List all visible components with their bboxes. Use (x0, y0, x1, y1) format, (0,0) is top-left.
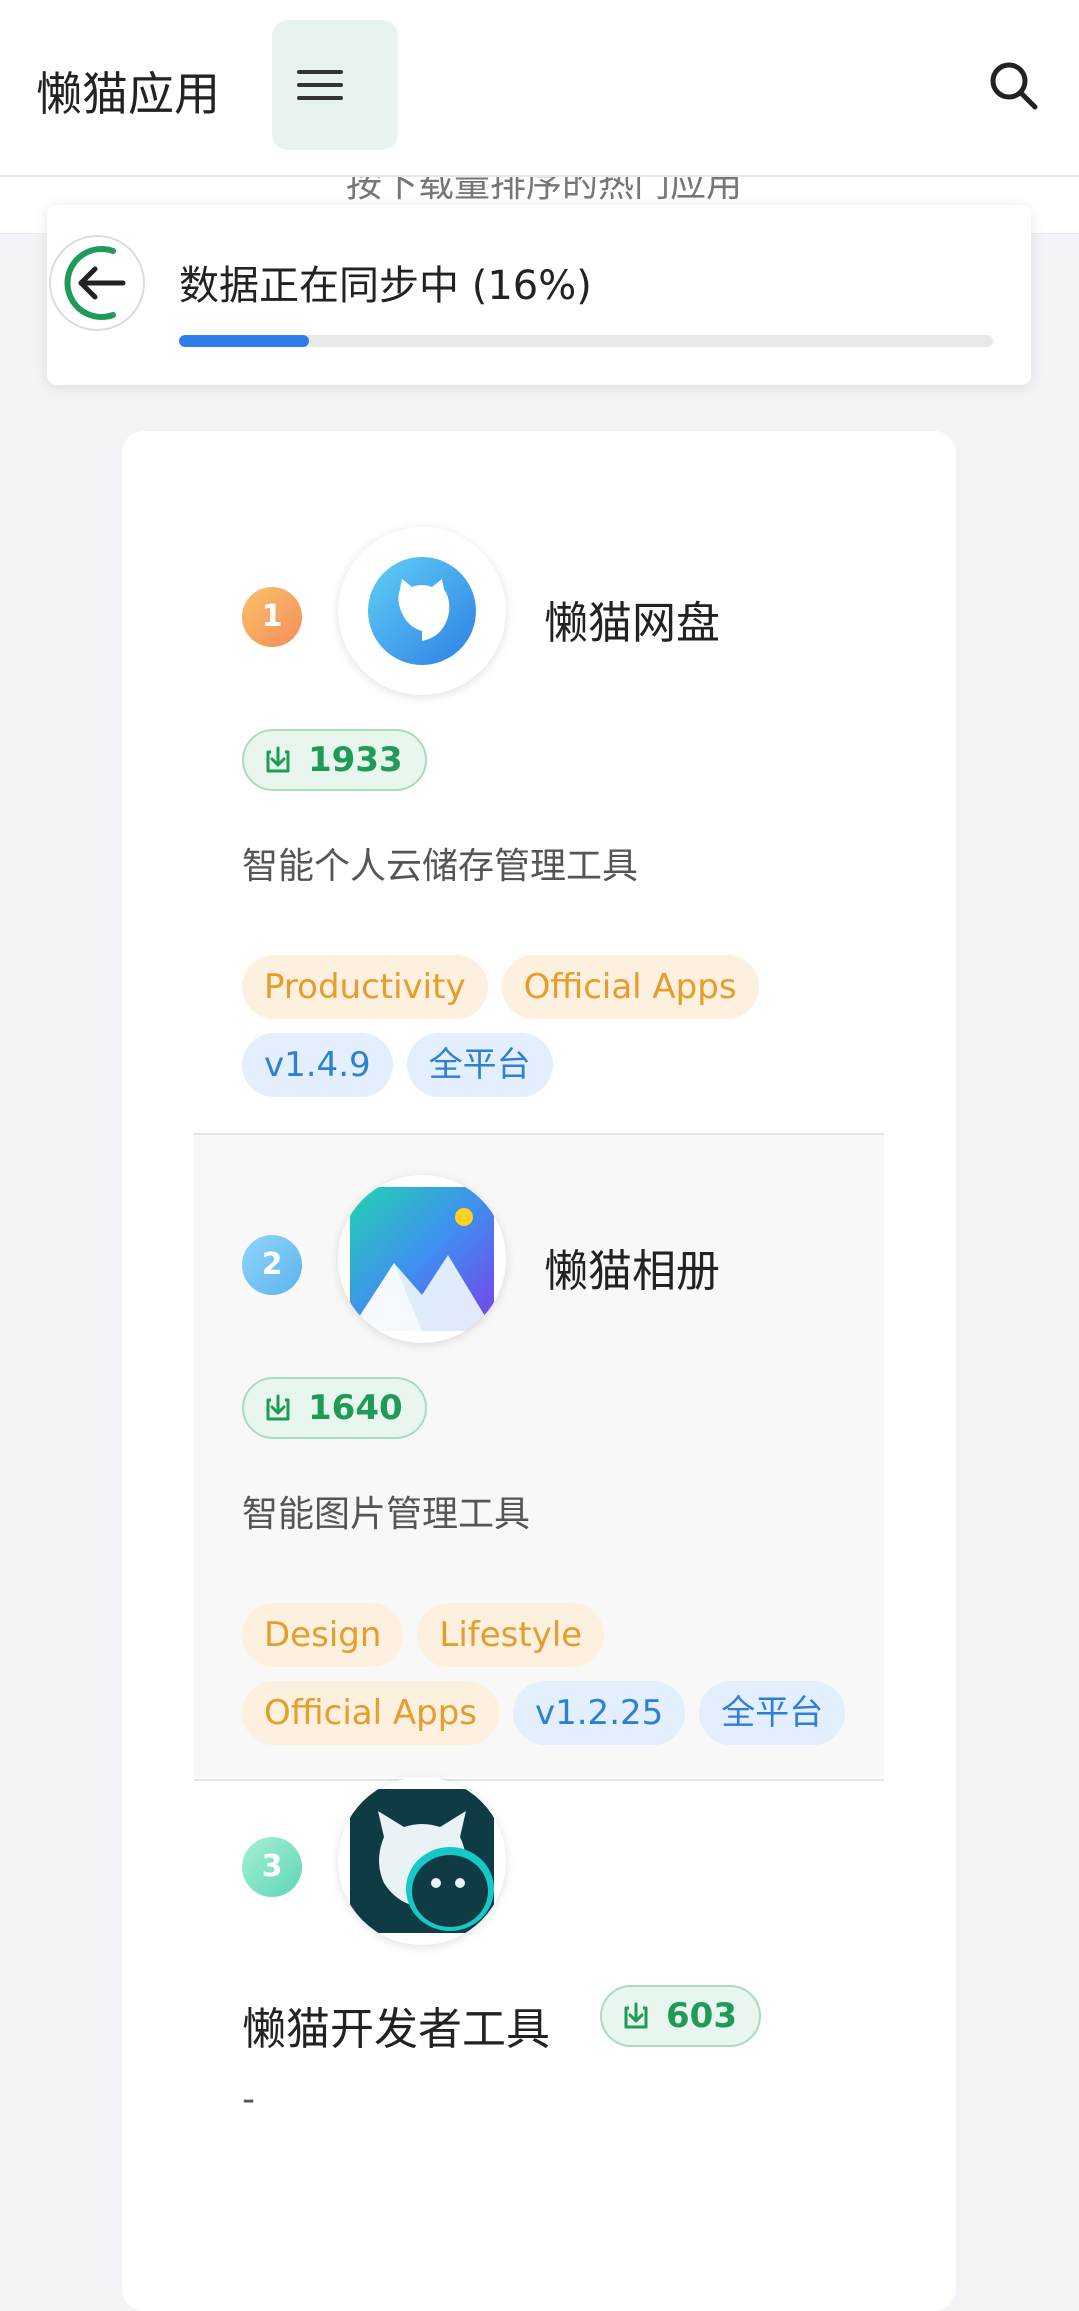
category-tag: Lifestyle (417, 1603, 605, 1667)
arrow-left-icon (64, 246, 126, 320)
download-icon (624, 2002, 648, 2029)
app-name: 懒猫相册 (544, 1246, 720, 1297)
category-tag: Official Apps (501, 955, 759, 1019)
app-description: - (242, 2079, 255, 2120)
search-icon (990, 62, 1038, 110)
search-button[interactable] (986, 58, 1042, 114)
category-tag: Productivity (242, 955, 488, 1019)
download-icon (266, 746, 290, 773)
list-item[interactable]: 2 懒猫相册 1640 智能图片管理工具 Design Lifestyle Of… (194, 1135, 884, 1777)
app-icon-lazycat-netdisk (338, 527, 506, 695)
app-description: 智能个人云储存管理工具 (242, 846, 639, 887)
version-tag: v1.4.9 (242, 1033, 393, 1097)
sync-progress-fill (179, 335, 310, 347)
app-description: 智能图片管理工具 (242, 1494, 531, 1535)
download-count-badge: 1933 (242, 729, 427, 791)
category-tag: Official Apps (242, 1681, 499, 1745)
app-icon-lazycat-devtools (338, 1777, 506, 1945)
tag-list: Design Lifestyle Official Apps v1.2.25 全… (242, 1603, 862, 1745)
download-count-badge: 1640 (242, 1377, 427, 1439)
rank-badge: 1 (242, 587, 302, 647)
download-count: 1640 (308, 1388, 403, 1428)
list-item[interactable]: 3 懒猫开发者工具 603 - (194, 1777, 884, 2120)
download-icon (266, 1394, 290, 1421)
download-count: 603 (666, 1996, 737, 2036)
platform-tag: 全平台 (699, 1681, 846, 1745)
version-tag: v1.2.25 (513, 1681, 686, 1745)
tag-list: Productivity Official Apps v1.4.9 全平台 (242, 955, 862, 1097)
download-count: 1933 (308, 740, 403, 780)
category-tag: Design (242, 1603, 404, 1667)
platform-tag: 全平台 (406, 1033, 553, 1097)
menu-button[interactable] (272, 20, 398, 150)
list-item[interactable]: 1 懒猫网盘 1933 智能个人云储存管理工具 Productivity Off… (194, 431, 884, 1131)
app-icon-lazycat-photos (338, 1175, 506, 1343)
top-app-bar: 懒猫应用 (0, 0, 1079, 177)
sync-progress-toast: 数据正在同步中 (16%) (47, 205, 1031, 385)
rank-badge: 2 (242, 1235, 302, 1295)
rank-badge: 3 (242, 1837, 302, 1897)
ranking-card: 1 懒猫网盘 1933 智能个人云储存管理工具 Productivity Off… (122, 431, 956, 2311)
sync-status-text: 数据正在同步中 (16%) (179, 263, 592, 309)
app-title: 懒猫应用 (36, 67, 220, 121)
app-name: 懒猫开发者工具 (242, 2004, 550, 2055)
download-count-badge: 603 (600, 1985, 761, 2047)
app-name: 懒猫网盘 (544, 598, 720, 649)
back-button[interactable] (49, 235, 145, 331)
sync-progress-bar (179, 335, 993, 347)
